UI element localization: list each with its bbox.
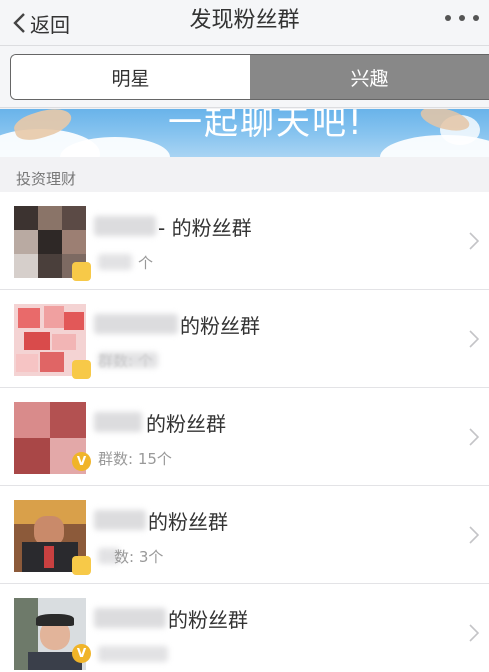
group-name: 的粉丝群 [180,314,260,338]
chevron-right-icon [469,232,479,250]
group-name: - 的粉丝群 [158,216,252,240]
list-item[interactable]: - 的粉丝群 个 [0,192,489,290]
fan-group-list: - 的粉丝群 个 的粉丝群 群数: 个 V 的粉丝群 群数: 15个 的粉丝群 … [0,192,489,672]
vip-badge-icon [72,262,91,281]
tab-interests[interactable]: 兴趣 [250,55,489,99]
chevron-right-icon [469,526,479,544]
segmented-control: 明星 兴趣 [10,54,489,100]
back-label: 返回 [30,12,70,37]
group-count: 群数: 个 [98,352,153,370]
blurred-count [98,646,168,662]
list-item[interactable]: V 的粉丝群 [0,584,489,672]
list-item[interactable]: V 的粉丝群 群数: 15个 [0,388,489,486]
verified-v-icon: V [72,644,91,663]
list-item[interactable]: 的粉丝群 群数: 个 [0,290,489,388]
group-name: 的粉丝群 [168,608,248,632]
group-count: 群数: 15个 [98,450,172,468]
blurred-name [94,608,166,628]
chevron-left-icon [13,13,25,33]
verified-v-icon: V [72,452,91,471]
chevron-right-icon [469,624,479,642]
more-options-icon[interactable] [445,10,479,26]
list-item[interactable]: 的粉丝群 数: 3个 [0,486,489,584]
group-name: 的粉丝群 [148,510,228,534]
group-count: 数: 3个 [114,548,164,566]
page-title: 发现粉丝群 [189,8,300,33]
group-name: 的粉丝群 [146,412,226,436]
back-button[interactable]: 返回 [12,6,70,40]
section-label: 投资理财 [16,170,77,188]
tab-stars[interactable]: 明星 [11,55,250,99]
section-header: 投资理财 [0,158,489,192]
navigation-bar: 返回 发现粉丝群 [0,0,489,46]
promo-banner[interactable]: 一起聊天吧! [0,109,489,157]
banner-text: 一起聊天吧! [168,109,364,143]
vip-badge-icon [72,556,91,575]
group-count: 个 [138,254,154,272]
chevron-right-icon [469,330,479,348]
vip-badge-icon [72,360,91,379]
category-switcher: 明星 兴趣 [0,46,489,108]
blurred-name [94,216,156,236]
blurred-count [98,254,132,270]
blurred-name [94,412,142,432]
blurred-name [94,314,178,334]
chevron-right-icon [469,428,479,446]
blurred-name [94,510,146,530]
